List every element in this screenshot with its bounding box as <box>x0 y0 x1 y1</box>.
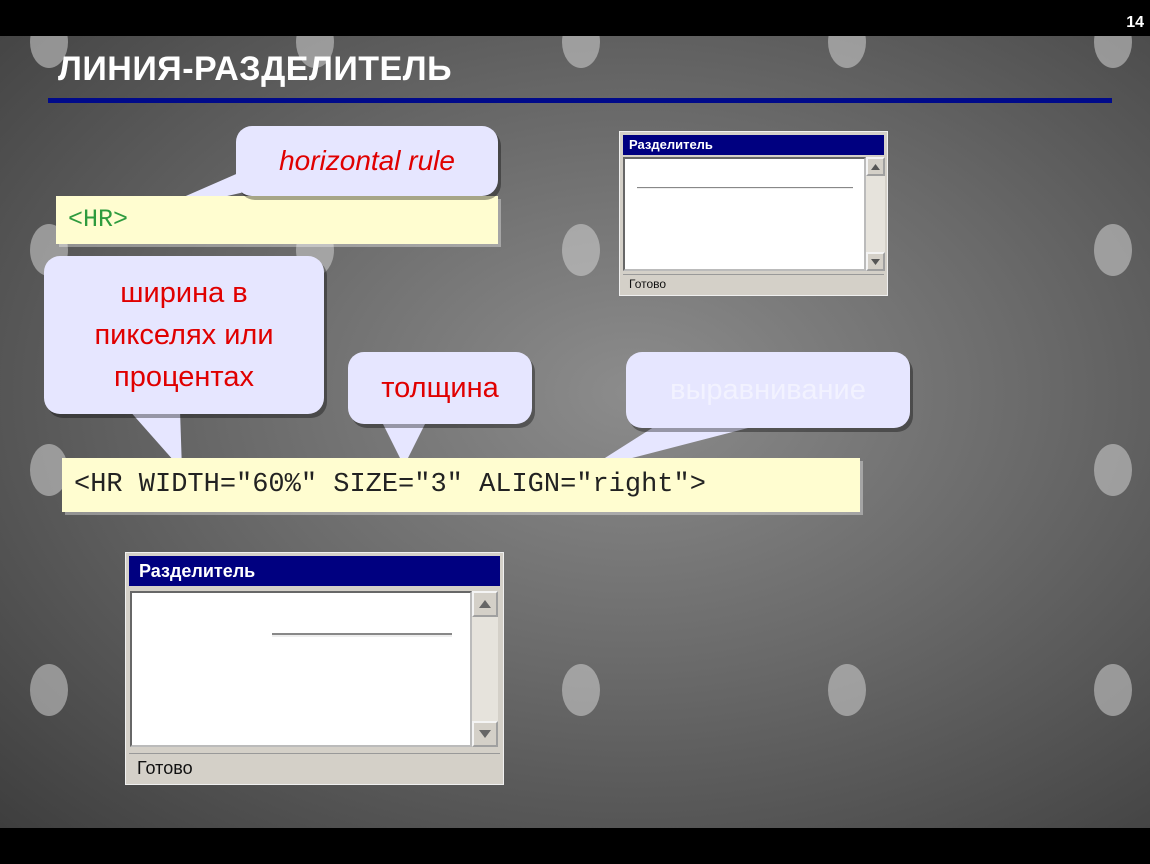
window-titlebar: Разделитель <box>623 135 884 155</box>
scroll-up-button[interactable] <box>472 591 498 617</box>
callout-align: выравнивание <box>626 352 910 428</box>
callout-width-text: ширина в пикселях или процентах <box>94 277 274 393</box>
code-hr-full: <HR WIDTH="60%" SIZE="3" ALIGN="right"> <box>62 458 860 512</box>
triangle-up-icon <box>479 600 491 608</box>
callout-hr-text: horizontal rule <box>279 145 455 176</box>
window-client-area <box>623 157 866 271</box>
callout-horizontal-rule: horizontal rule <box>236 126 498 196</box>
status-text: Готово <box>137 758 193 778</box>
status-text: Готово <box>629 277 667 291</box>
browser-window-top: Разделитель Готово <box>619 131 888 296</box>
window-title: Разделитель <box>629 137 713 152</box>
browser-window-bottom: Разделитель Готово <box>125 552 504 785</box>
status-bar: Готово <box>623 274 884 293</box>
scrollbar[interactable] <box>472 591 498 747</box>
triangle-up-icon <box>871 163 880 170</box>
callout-align-text: выравнивание <box>670 373 866 406</box>
callout-size: толщина <box>348 352 532 424</box>
callout-width: ширина в пикселях или процентах <box>44 256 324 414</box>
scrollbar[interactable] <box>866 157 885 271</box>
scroll-down-button[interactable] <box>866 252 885 271</box>
code-hr-simple: <HR> <box>56 196 498 244</box>
triangle-down-icon <box>479 730 491 738</box>
hr-line <box>637 187 853 189</box>
window-title: Разделитель <box>139 561 256 581</box>
window-titlebar: Разделитель <box>129 556 500 586</box>
window-client-area <box>130 591 472 747</box>
callout-size-text: толщина <box>381 371 499 404</box>
scroll-up-button[interactable] <box>866 157 885 176</box>
triangle-down-icon <box>871 258 880 265</box>
scroll-down-button[interactable] <box>472 721 498 747</box>
status-bar: Готово <box>129 753 500 781</box>
hr-line <box>272 633 452 637</box>
